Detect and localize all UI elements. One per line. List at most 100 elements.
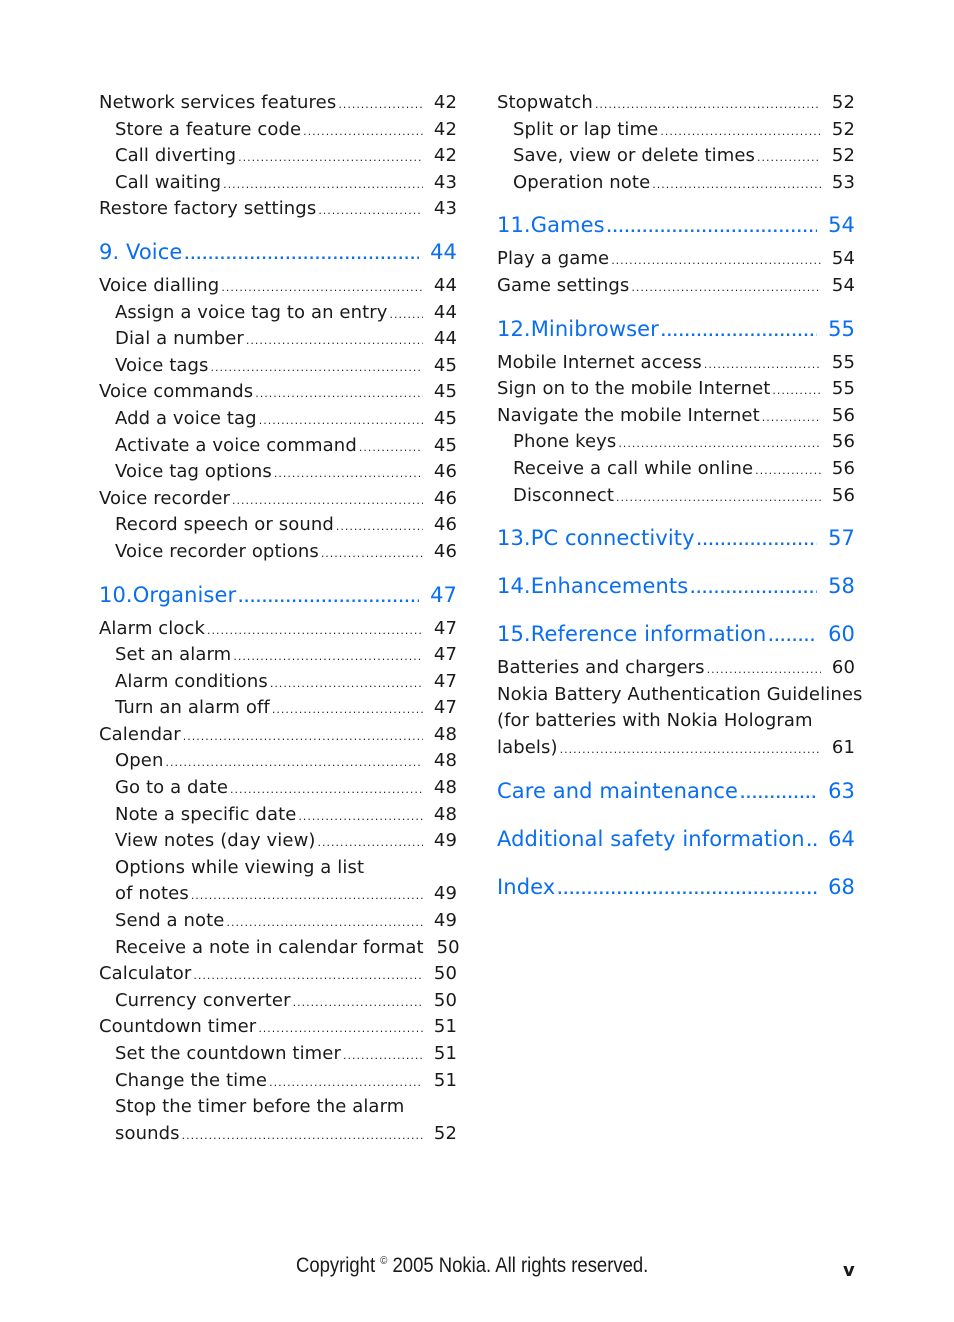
- dot-leader: [321, 541, 423, 568]
- toc-entry[interactable]: Play a game 54: [497, 246, 855, 273]
- toc-entry[interactable]: Phone keys 56: [497, 429, 855, 456]
- toc-entry[interactable]: Voice tag options 46: [99, 459, 457, 486]
- toc-entry[interactable]: Record speech or sound 46: [99, 512, 457, 539]
- toc-entry[interactable]: Disconnect 56: [497, 483, 855, 510]
- toc-entry[interactable]: Send a note 49: [99, 908, 457, 935]
- toc-entry-title: Activate a voice command: [115, 434, 357, 456]
- toc-page-number: 45: [433, 354, 457, 376]
- toc-entry[interactable]: View notes (day view) 49: [99, 828, 457, 855]
- toc-entry[interactable]: Batteries and chargers 60: [497, 655, 855, 682]
- toc-entry[interactable]: Turn an alarm off 47: [99, 695, 457, 722]
- toc-page-number: 47: [433, 644, 457, 666]
- toc-entry[interactable]: Receive a call while online 56: [497, 456, 855, 483]
- toc-entry[interactable]: Options while viewing a list: [99, 855, 457, 882]
- toc-entry[interactable]: of notes 49: [99, 881, 457, 908]
- toc-entry[interactable]: Set the countdown timer 51: [99, 1041, 457, 1068]
- toc-chapter-entry[interactable]: Additional safety information 64: [497, 824, 855, 858]
- toc-entry-title: Countdown timer: [99, 1016, 257, 1038]
- toc-chapter-entry[interactable]: 14.Enhancements 58: [497, 571, 855, 605]
- toc-entry[interactable]: Voice tags 45: [99, 353, 457, 380]
- toc-entry[interactable]: Voice recorder options 46: [99, 539, 457, 566]
- dot-leader: [226, 910, 423, 937]
- toc-entry[interactable]: Alarm conditions 47: [99, 669, 457, 696]
- dot-leader: [740, 780, 817, 810]
- dot-leader: [690, 575, 817, 605]
- toc-entry-title: Restore factory settings: [99, 198, 317, 220]
- toc-entry[interactable]: Receive a note in calendar format 50: [99, 935, 460, 962]
- toc-entry-title: Set the countdown timer: [115, 1043, 341, 1064]
- dot-leader: [221, 275, 423, 302]
- toc-entry[interactable]: Call diverting 42: [99, 143, 457, 170]
- toc-chapter-entry[interactable]: 13.PC connectivity 57: [497, 523, 855, 557]
- dot-leader: [697, 527, 817, 557]
- toc-entry[interactable]: Save, view or delete times 52: [497, 143, 855, 170]
- toc-entry[interactable]: Restore factory settings 43: [99, 196, 457, 223]
- toc-entry[interactable]: Mobile Internet access 55: [497, 350, 855, 377]
- toc-chapter-entry[interactable]: 11.Games 54: [497, 210, 855, 244]
- toc-entry[interactable]: Go to a date 48: [99, 775, 457, 802]
- dot-leader: [303, 119, 423, 146]
- toc-entry[interactable]: Dial a number 44: [99, 326, 457, 353]
- toc-entry[interactable]: Store a feature code 42: [99, 117, 457, 144]
- toc-entry[interactable]: sounds 52: [99, 1121, 457, 1148]
- toc-page-number: 47: [433, 697, 457, 719]
- toc-entry[interactable]: Call waiting 43: [99, 170, 457, 197]
- toc-chapter-entry[interactable]: 9. Voice 44: [99, 237, 457, 271]
- toc-chapter-entry[interactable]: Care and maintenance 63: [497, 776, 855, 810]
- toc-page-number: 54: [828, 213, 855, 238]
- toc-entry-title: Play a game: [497, 248, 610, 270]
- toc-entry[interactable]: Open 48: [99, 748, 457, 775]
- toc-entry[interactable]: Navigate the mobile Internet 56: [497, 403, 855, 430]
- toc-entry[interactable]: Voice commands 45: [99, 379, 457, 406]
- toc-entry[interactable]: Currency converter 50: [99, 988, 457, 1015]
- toc-entry[interactable]: Operation note 53: [497, 170, 855, 197]
- toc-entry-title: Set an alarm: [115, 644, 232, 666]
- toc-entry[interactable]: Activate a voice command 45: [99, 433, 457, 460]
- toc-page-number: 47: [430, 582, 457, 607]
- toc-page-number: 49: [433, 883, 457, 905]
- toc-entry-title: Save, view or delete times: [513, 145, 756, 167]
- dot-leader: [255, 381, 423, 408]
- toc-entry-title: Index: [497, 874, 556, 899]
- toc-chapter-entry[interactable]: 10.Organiser 47: [99, 580, 457, 614]
- toc-entry[interactable]: (for batteries with Nokia Hologram: [497, 708, 855, 735]
- toc-entry[interactable]: Add a voice tag 45: [99, 406, 457, 433]
- toc-entry[interactable]: Split or lap time 52: [497, 117, 855, 144]
- toc-entry[interactable]: Network services features 42: [99, 90, 457, 117]
- toc-entry[interactable]: Calculator 50: [99, 961, 457, 988]
- toc-entry[interactable]: Change the time 51: [99, 1068, 457, 1095]
- toc-entry[interactable]: Stopwatch 52: [497, 90, 855, 117]
- toc-page-number: 58: [828, 574, 855, 599]
- toc-entry[interactable]: Calendar 48: [99, 722, 457, 749]
- toc-entry[interactable]: Game settings 54: [497, 273, 855, 300]
- toc-entry-title: Phone keys: [513, 431, 617, 453]
- toc-page-number: 51: [433, 1043, 457, 1064]
- toc-entry-title: Operation note: [513, 171, 651, 193]
- dot-leader: [318, 830, 423, 857]
- toc-left-column: Network services features42Store a featu…: [99, 90, 460, 1148]
- dot-leader: [230, 777, 423, 804]
- dot-leader: [762, 405, 821, 432]
- toc-chapter-entry[interactable]: Index 68: [497, 872, 855, 906]
- toc-chapter-entry[interactable]: 12.Minibrowser 55: [497, 314, 855, 348]
- toc-entry[interactable]: Stop the timer before the alarm: [99, 1094, 457, 1121]
- toc-entry[interactable]: Sign on to the mobile Internet 55: [497, 376, 855, 403]
- toc-entry-title: Receive a note in calendar format: [115, 936, 424, 958]
- toc-entry[interactable]: Note a specific date 48: [99, 802, 457, 829]
- toc-page-number: 57: [828, 526, 855, 551]
- toc-chapter-entry[interactable]: 15.Reference information 60: [497, 619, 855, 653]
- toc-entry[interactable]: Set an alarm 47: [99, 642, 457, 669]
- toc-entry[interactable]: labels) 61: [497, 735, 855, 762]
- toc-entry[interactable]: Nokia Battery Authentication Guidelines: [497, 682, 862, 709]
- toc-entry-title: Currency converter: [115, 989, 291, 1011]
- toc-entry[interactable]: Assign a voice tag to an entry 44: [99, 300, 457, 327]
- toc-page-number: 54: [831, 274, 855, 296]
- toc-entry[interactable]: Voice recorder 46: [99, 486, 457, 513]
- dot-leader: [557, 876, 817, 906]
- toc-entry[interactable]: Countdown timer 51: [99, 1014, 457, 1041]
- dot-leader: [191, 883, 423, 910]
- dot-leader: [246, 328, 423, 355]
- toc-entry[interactable]: Alarm clock 47: [99, 616, 457, 643]
- toc-entry[interactable]: Voice dialling 44: [99, 273, 457, 300]
- dot-leader: [618, 431, 821, 458]
